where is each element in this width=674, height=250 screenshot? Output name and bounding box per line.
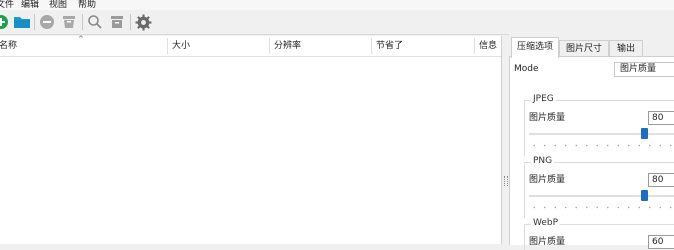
quality-label: 图片质量 (529, 113, 566, 123)
remove-icon (40, 15, 54, 29)
settings-button[interactable] (133, 12, 153, 32)
png-quality-input[interactable]: 80 (648, 173, 674, 187)
toolbar-separator (82, 14, 83, 30)
slider-ticks (529, 206, 674, 209)
file-list[interactable]: ^ 名称 大小 分辨率 节省了 信息 (0, 35, 502, 244)
options-panel: 压缩选项 图片尺寸 输出 Mode 图片质量 JPEG 图片质量 80 PNG … (509, 34, 674, 250)
column-divider[interactable] (371, 38, 372, 54)
list-header: ^ 名称 大小 分辨率 节省了 信息 (0, 35, 501, 57)
webp-quality-input[interactable]: 60 (648, 235, 674, 249)
folder-icon (14, 17, 30, 28)
toolbar-separator (34, 14, 35, 30)
jpeg-quality-slider[interactable] (529, 128, 674, 139)
column-header-name[interactable]: 名称 (0, 36, 17, 56)
group-title: JPEG (531, 94, 556, 104)
compression-options: Mode 图片质量 JPEG 图片质量 80 PNG 图片质量 80 WebP … (509, 56, 674, 250)
quality-label: 图片质量 (529, 237, 566, 247)
jpeg-quality-input[interactable]: 80 (648, 111, 674, 125)
archive-icon (111, 16, 123, 28)
group-title: WebP (531, 218, 561, 228)
menu-file[interactable]: 文件 (0, 0, 14, 10)
sort-ascending-icon: ^ (78, 35, 84, 43)
menu-edit[interactable]: 编辑 (21, 0, 39, 10)
mode-label: Mode (514, 64, 539, 74)
add-icon (0, 15, 8, 29)
tab-compression[interactable]: 压缩选项 (511, 37, 559, 58)
slider-thumb[interactable] (641, 190, 648, 201)
remove-button[interactable] (37, 12, 57, 32)
tab-image-size[interactable]: 图片尺寸 (559, 40, 609, 57)
menu-help[interactable]: 帮助 (78, 0, 96, 10)
search-button[interactable] (85, 12, 105, 32)
trash-icon (63, 16, 75, 28)
archive-button[interactable] (107, 12, 127, 32)
add-button[interactable] (0, 12, 11, 32)
menu-view[interactable]: 视图 (49, 0, 67, 10)
column-header-resolution[interactable]: 分辨率 (274, 36, 301, 56)
tab-output[interactable]: 输出 (609, 40, 643, 57)
mode-select[interactable]: 图片质量 (614, 62, 674, 77)
panel-splitter[interactable] (502, 36, 509, 244)
column-header-info[interactable]: 信息 (479, 36, 497, 56)
column-divider[interactable] (474, 38, 475, 54)
slider-thumb[interactable] (641, 128, 648, 139)
open-folder-button[interactable] (12, 12, 32, 32)
column-divider[interactable] (167, 38, 168, 54)
png-group: PNG 图片质量 80 (524, 156, 674, 218)
group-title: PNG (531, 156, 555, 166)
clear-button[interactable] (59, 12, 79, 32)
column-header-saved[interactable]: 节省了 (376, 36, 403, 56)
toolbar-separator (130, 14, 131, 30)
search-icon (88, 15, 102, 29)
png-quality-slider[interactable] (529, 190, 674, 201)
column-divider[interactable] (269, 38, 270, 54)
menu-bar: 文件 编辑 视图 帮助 (0, 0, 674, 10)
quality-label: 图片质量 (529, 175, 566, 185)
splitter-grip-icon (504, 176, 508, 186)
toolbar (0, 10, 674, 35)
jpeg-group: JPEG 图片质量 80 (524, 94, 674, 156)
gear-icon (135, 14, 151, 30)
slider-ticks (529, 144, 674, 147)
webp-group: WebP 图片质量 60 (524, 218, 674, 250)
column-header-size[interactable]: 大小 (172, 36, 190, 56)
